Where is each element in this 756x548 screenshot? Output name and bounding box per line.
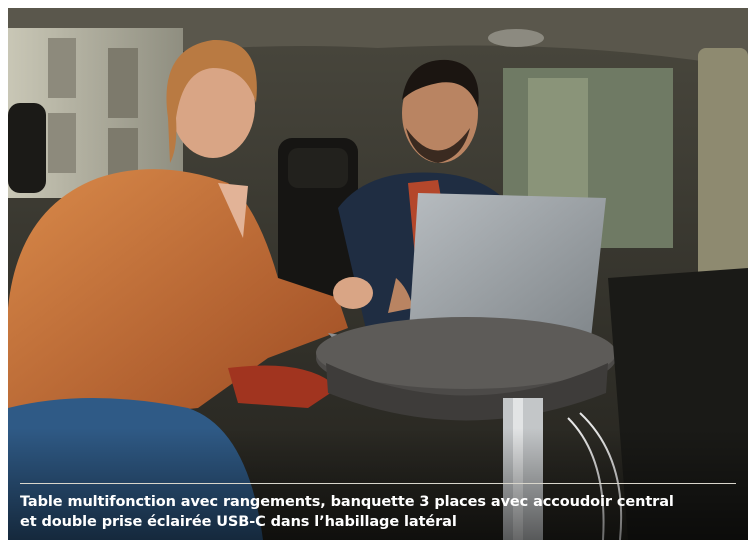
photo-frame: Table multifonction avec rangements, ban… [8, 8, 748, 540]
right-window-rear [698, 48, 748, 288]
photo-caption: Table multifonction avec rangements, ban… [20, 492, 742, 532]
caption-line-1: Table multifonction avec rangements, ban… [20, 494, 674, 510]
ceiling-light [488, 29, 544, 47]
van-interior-photo [8, 8, 748, 540]
caption-divider [20, 483, 736, 484]
left-headrest [8, 103, 46, 193]
caption-line-2: et double prise éclairée USB-C dans l’ha… [20, 514, 457, 530]
